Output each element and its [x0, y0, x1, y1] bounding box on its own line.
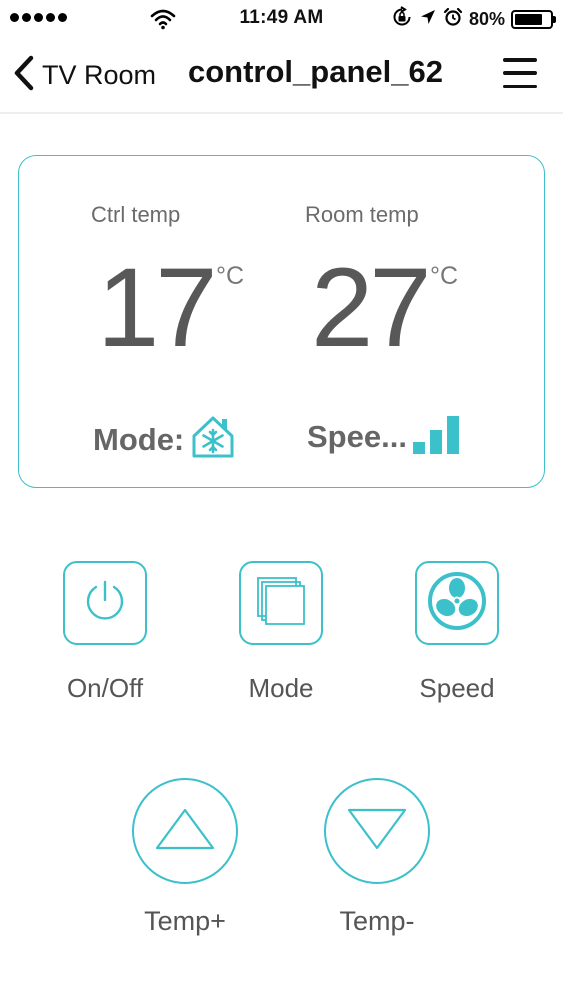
ctrl-temp-label: Ctrl temp [91, 202, 181, 227]
speed-bar-2 [429, 430, 442, 454]
battery-percent: 80% [468, 9, 505, 29]
back-button[interactable]: TV Room [12, 54, 156, 97]
speed-status-label: Spee... [307, 418, 407, 454]
room-temp-value: 27 [311, 245, 432, 370]
speed-bar-1 [412, 442, 425, 454]
temp-up-label: Temp+ [144, 906, 226, 936]
location-arrow-icon [419, 8, 437, 31]
snowflake-house-icon [188, 412, 238, 467]
room-temp-section: Room temp 27 °C Spee... [305, 156, 535, 487]
temp-down-button[interactable]: Temp- [312, 778, 442, 937]
mode-label: Mode [248, 673, 314, 703]
speed-button[interactable]: Speed [394, 561, 520, 704]
on-off-button[interactable]: On/Off [42, 561, 168, 704]
ctrl-temp-value: 17 [97, 245, 218, 370]
hamburger-menu-icon[interactable] [503, 58, 537, 88]
nav-bar: TV Room control_panel_62 [0, 40, 563, 114]
room-temp-unit: °C [430, 262, 459, 290]
fan-icon [426, 570, 488, 637]
ctrl-temp-unit: °C [216, 262, 245, 290]
mode-button[interactable]: Mode [218, 561, 344, 704]
back-label: TV Room [42, 60, 157, 90]
mode-status-label: Mode: [93, 421, 185, 457]
battery-icon [511, 10, 556, 29]
ctrl-temp-section: Ctrl temp 17 °C Mode: [91, 156, 321, 487]
mode-status: Mode: [93, 412, 238, 467]
status-bar: 11:49 AM 80% [0, 0, 563, 40]
alarm-icon [443, 7, 463, 32]
chevron-left-icon [12, 54, 36, 97]
stacked-squares-icon [253, 573, 309, 634]
status-card: Ctrl temp 17 °C Mode: Room temp 27 °C Sp… [18, 155, 545, 488]
temp-up-button[interactable]: Temp+ [120, 778, 250, 937]
rotation-lock-icon [391, 6, 413, 33]
page-title: control_panel_62 [188, 54, 443, 89]
speed-label: Speed [419, 673, 495, 703]
mode-icon-box[interactable] [239, 561, 323, 645]
temp-up-circle[interactable] [132, 778, 238, 884]
temp-down-label: Temp- [339, 906, 415, 936]
triangle-down-icon [345, 804, 409, 859]
speed-bar-3 [446, 416, 459, 454]
speed-icon-box[interactable] [415, 561, 499, 645]
power-icon [81, 577, 129, 630]
signal-bars-icon [411, 412, 467, 461]
speed-status: Spee... [307, 412, 467, 461]
room-temp-label: Room temp [305, 202, 419, 227]
power-icon-box[interactable] [63, 561, 147, 645]
triangle-up-icon [153, 804, 217, 859]
on-off-label: On/Off [66, 673, 144, 703]
temp-down-circle[interactable] [324, 778, 430, 884]
